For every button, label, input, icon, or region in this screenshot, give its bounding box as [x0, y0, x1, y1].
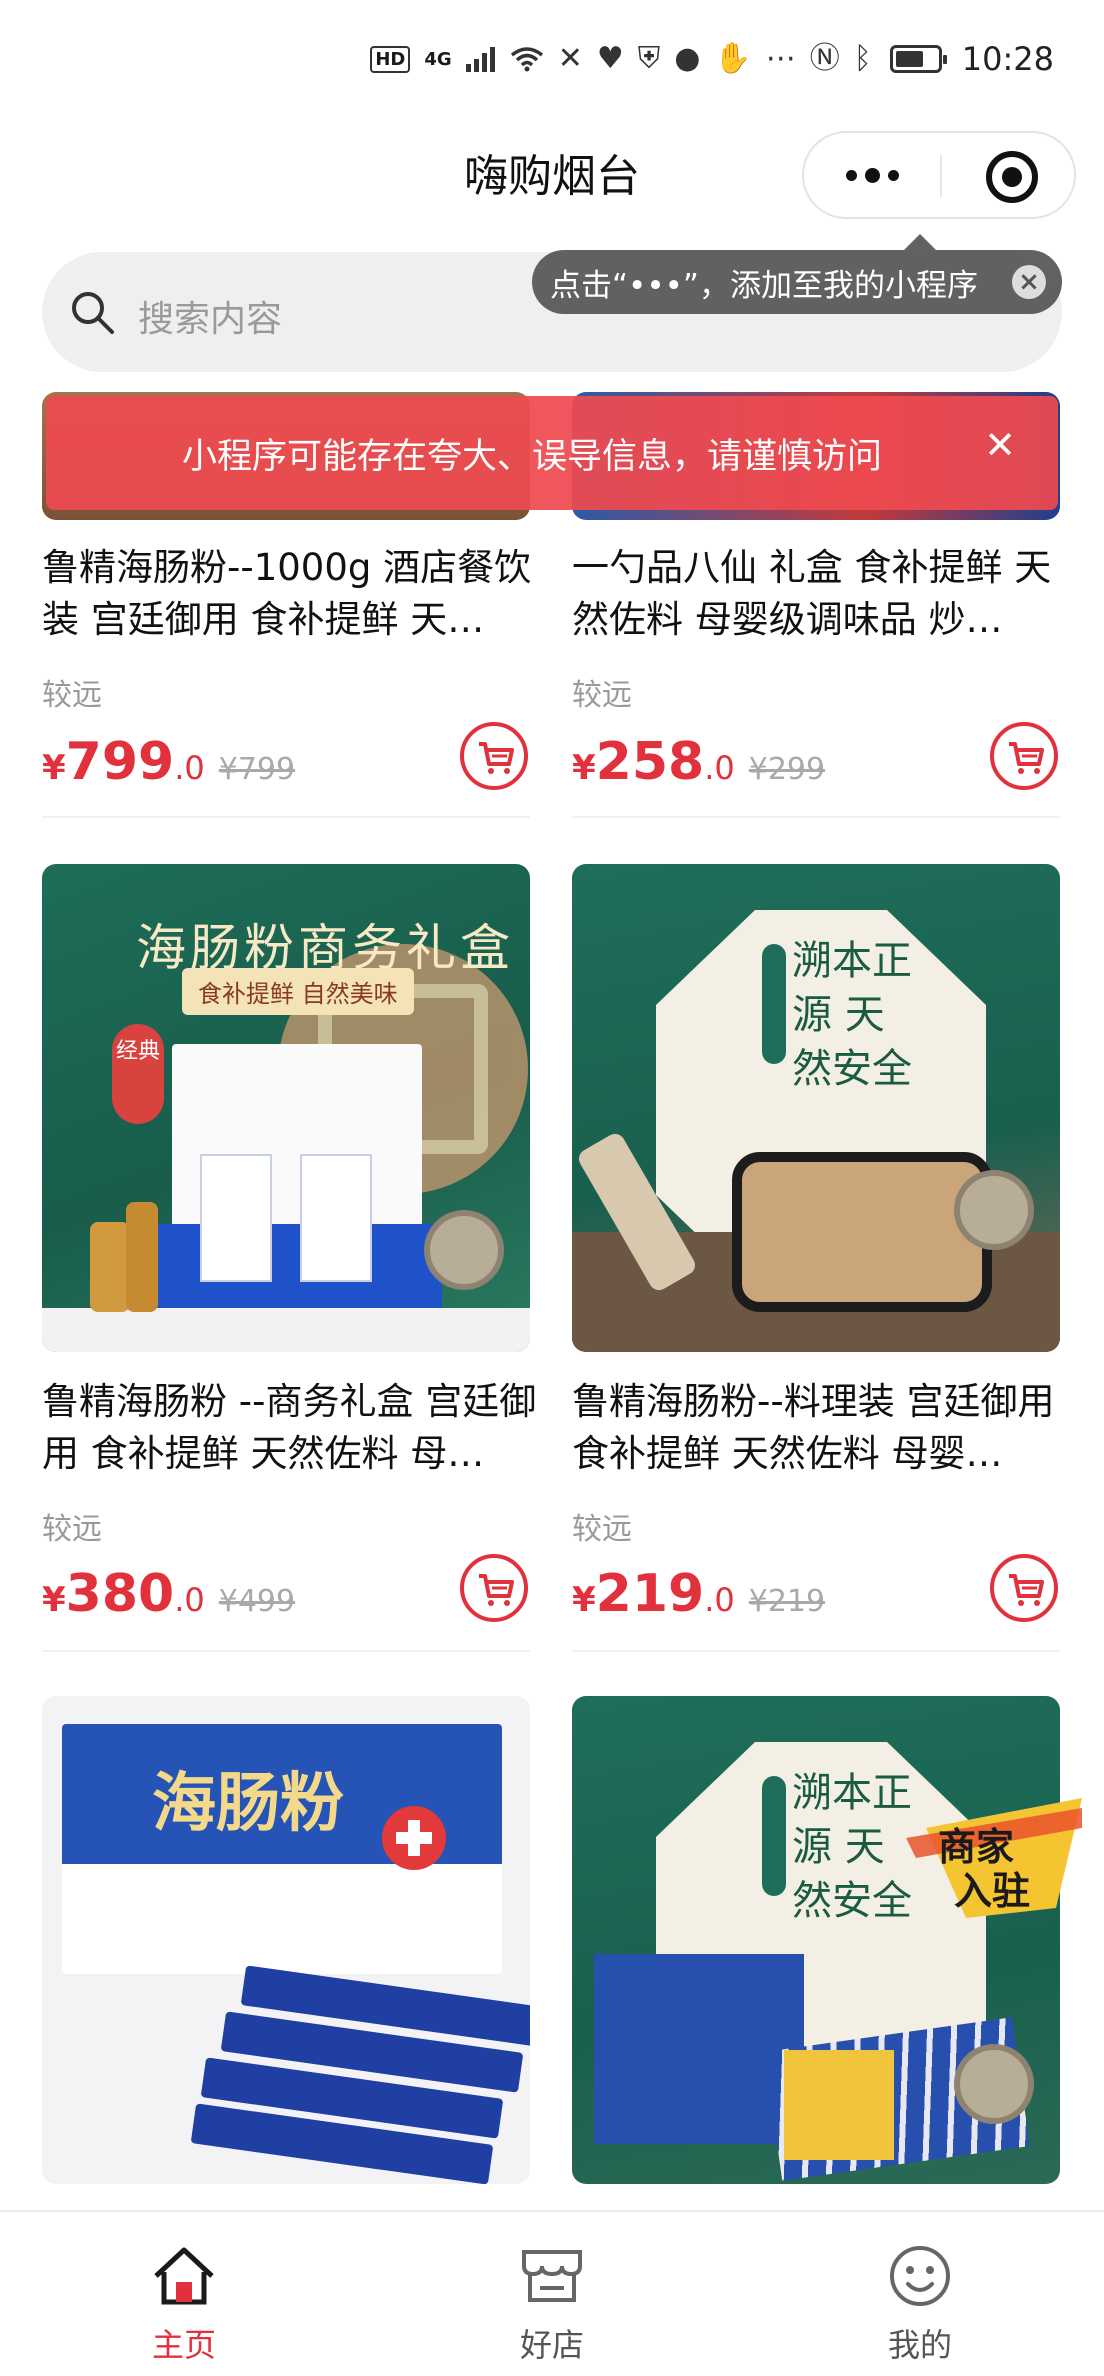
product-price: ¥ 219 .0 ¥219: [572, 1564, 825, 1624]
add-to-cart-button[interactable]: [460, 1554, 528, 1622]
nfc-icon: Ⓝ: [809, 41, 840, 76]
shop-icon: [522, 2250, 582, 2302]
warning-text: 小程序可能存在夸大、误导信息，请谨慎访问: [181, 436, 882, 477]
cart-icon: [1009, 1574, 1044, 1606]
shield-icon: ⛨: [637, 41, 661, 76]
product-distance: 较远: [572, 678, 632, 713]
cart-icon: [479, 742, 514, 774]
original-price: ¥499: [218, 1584, 296, 1619]
product-distance: 较远: [42, 678, 102, 713]
image-slogan: 溯本正源 天然安全: [792, 938, 912, 1092]
price-decimal: .0: [174, 1581, 205, 1619]
hd-icon: HD: [370, 45, 411, 73]
tab-home[interactable]: 主页: [84, 2240, 284, 2366]
product-card[interactable]: 海肠粉: [42, 1696, 530, 2184]
card-divider: [572, 1650, 1060, 1652]
warning-close-button[interactable]: ✕: [984, 426, 1016, 464]
product-distance: 较远: [572, 1512, 632, 1547]
product-distance: 较远: [42, 1512, 102, 1547]
more-menu-button[interactable]: [804, 133, 940, 217]
merchant-badge-line1: 商家: [938, 1825, 1014, 1869]
product-image[interactable]: 海肠粉: [42, 1696, 530, 2184]
search-placeholder: 搜索内容: [138, 299, 283, 340]
add-miniprogram-tooltip: 点击“•••”，添加至我的小程序 ×: [532, 234, 1062, 314]
product-image[interactable]: 海肠粉商务礼盒 食补提鲜 自然美味 经典: [42, 864, 530, 1352]
card-divider: [42, 816, 530, 818]
product-card[interactable]: 溯本正源 天然安全 鲁精海肠粉--料理装 宫廷御用 食补提鲜 天然佐料 母婴… …: [572, 864, 1060, 1654]
search-icon: [72, 292, 114, 334]
image-product-name: 海肠粉: [152, 1766, 344, 1841]
price-integer: 219: [595, 1564, 705, 1624]
price-integer: 258: [595, 732, 705, 792]
smiley-icon: [890, 2246, 950, 2306]
product-title[interactable]: 鲁精海肠粉--1000g 酒店餐饮装 宫廷御用 食补提鲜 天…: [42, 542, 542, 646]
chat-icon: ●: [674, 41, 701, 76]
product-title[interactable]: 一勺品八仙 礼盒 食补提鲜 天然佐料 母婴级调味品 炒…: [572, 542, 1072, 646]
product-image[interactable]: 溯本正源 天然安全: [572, 864, 1060, 1352]
warning-banner: 小程序可能存在夸大、误导信息，请谨慎访问 ✕: [46, 396, 1058, 510]
cart-icon: [479, 1574, 514, 1606]
tooltip-text: 点击“•••”，添加至我的小程序: [550, 267, 978, 304]
price-integer: 799: [65, 732, 175, 792]
miniprogram-capsule: [802, 131, 1076, 219]
image-subtitle: 食补提鲜 自然美味: [182, 968, 414, 1015]
status-icons: HD 4G ✕ ♥ ⛨ ● ✋ ⋯ Ⓝ ᛒ 10:28: [370, 40, 1054, 78]
card-divider: [42, 1650, 530, 1652]
heart-icon: ♥: [596, 41, 624, 76]
product-card[interactable]: 溯本正源 天然安全: [572, 1696, 1060, 2184]
product-price: ¥ 799 .0 ¥799: [42, 732, 295, 792]
price-decimal: .0: [174, 749, 205, 787]
tab-mine-label: 我的: [887, 2326, 952, 2364]
capsule-divider: [940, 155, 942, 197]
status-bar: HD 4G ✕ ♥ ⛨ ● ✋ ⋯ Ⓝ ᛒ 10:28: [0, 0, 1104, 128]
price-decimal: .0: [704, 749, 735, 787]
tooltip-close-button[interactable]: ×: [1012, 265, 1046, 299]
tab-mine[interactable]: 我的: [820, 2240, 1020, 2366]
wifi-icon: [510, 47, 543, 72]
add-to-cart-button[interactable]: [990, 1554, 1058, 1622]
product-title[interactable]: 鲁精海肠粉--料理装 宫廷御用 食补提鲜 天然佐料 母婴…: [572, 1376, 1072, 1480]
cart-icon: [1009, 742, 1044, 774]
price-symbol: ¥: [42, 1580, 66, 1620]
price-decimal: .0: [704, 1581, 735, 1619]
signal-icon: [465, 47, 495, 72]
home-icon: [154, 2247, 214, 2305]
product-image[interactable]: 溯本正源 天然安全: [572, 1696, 1060, 2184]
product-price: ¥ 380 .0 ¥499: [42, 1564, 295, 1624]
more-notifications-icon: ⋯: [765, 41, 796, 76]
add-to-cart-button[interactable]: [990, 722, 1058, 790]
network-type: 4G: [424, 48, 452, 70]
tab-home-label: 主页: [151, 2326, 216, 2364]
battery-icon: [889, 45, 947, 73]
merchant-join-badge[interactable]: 商家 入驻: [906, 1788, 1082, 1928]
tab-shops-label: 好店: [519, 2326, 584, 2364]
merchant-badge-line2: 入驻: [954, 1869, 1030, 1913]
screen: HD 4G ✕ ♥ ⛨ ● ✋ ⋯ Ⓝ ᛒ 10:28 嗨购烟台 搜索内容 点击…: [0, 0, 1104, 2376]
bluetooth-icon: ᛒ: [853, 41, 872, 76]
price-integer: 380: [65, 1564, 175, 1624]
image-badge: 经典: [112, 1024, 164, 1124]
price-symbol: ¥: [42, 748, 66, 788]
clock: 10:28: [961, 40, 1054, 78]
original-price: ¥799: [218, 752, 296, 787]
add-to-cart-button[interactable]: [460, 722, 528, 790]
image-slogan: 溯本正源 天然安全: [792, 1770, 912, 1924]
hand-icon: ✋: [714, 41, 752, 76]
card-divider: [572, 816, 1060, 818]
product-price: ¥ 258 .0 ¥299: [572, 732, 825, 792]
original-price: ¥299: [748, 752, 826, 787]
price-symbol: ¥: [572, 1580, 596, 1620]
original-price: ¥219: [748, 1584, 826, 1619]
close-miniprogram-button[interactable]: [986, 151, 1038, 203]
missed-call-icon: ✕: [557, 41, 583, 76]
product-title[interactable]: 鲁精海肠粉 --商务礼盒 宫廷御用 食补提鲜 天然佐料 母…: [42, 1376, 542, 1480]
tab-shops[interactable]: 好店: [452, 2240, 652, 2366]
price-symbol: ¥: [572, 748, 596, 788]
product-card[interactable]: 海肠粉商务礼盒 食补提鲜 自然美味 经典 鲁精海肠粉 --商务礼盒 宫廷御用 食…: [42, 864, 536, 1654]
tab-bar: 主页 好店 我的: [0, 2210, 1104, 2376]
